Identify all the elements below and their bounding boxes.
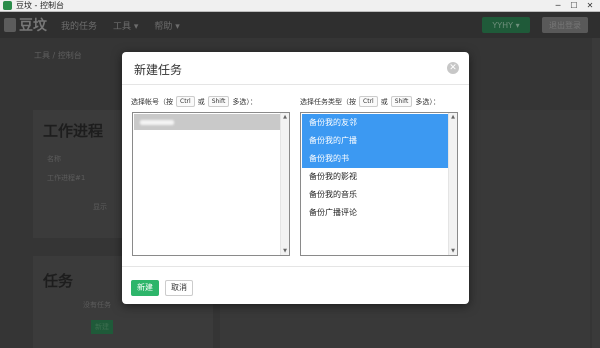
window-controls: ─ ☐ ✕: [550, 0, 598, 12]
logo-text: 豆坟: [19, 18, 47, 34]
new-task-dialog: 新建任务 ✕ 选择帐号（按 Ctrl 或 Shift 多选）： 选择任务类型（按…: [122, 52, 469, 304]
worker-more-link[interactable]: 显示: [93, 202, 107, 212]
logout-button[interactable]: 退出登录: [542, 17, 588, 33]
window-title: 豆坟 - 控制台: [16, 1, 64, 10]
page-scrollbar[interactable]: [592, 38, 600, 348]
window-titlebar: 豆坟 - 控制台 ─ ☐ ✕: [0, 0, 600, 12]
window-close-icon[interactable]: ✕: [582, 0, 598, 11]
account-item[interactable]: [134, 114, 280, 130]
task-type-hint: 选择任务类型（按 Ctrl 或 Shift 多选）：: [300, 96, 440, 107]
app-header: 豆坟 我的任务 工具 ▾ 帮助 ▾ YYHY ▾ 退出登录: [0, 12, 600, 38]
task-type-item[interactable]: 备份我的广播: [302, 132, 448, 150]
account-hint: 选择帐号（按 Ctrl 或 Shift 多选）：: [131, 96, 257, 107]
task-type-hint-prefix: 选择任务类型（按: [300, 97, 356, 106]
worker-col-name: 名称: [47, 155, 61, 163]
task-type-item[interactable]: 备份我的友邻: [302, 114, 448, 132]
ctrl-key-label: Ctrl: [359, 96, 378, 107]
scroll-down-icon[interactable]: ▼: [449, 247, 457, 255]
ctrl-key-label: Ctrl: [176, 96, 195, 107]
dialog-header-divider: [122, 84, 469, 85]
account-select[interactable]: ▲ ▼: [132, 112, 290, 256]
task-type-hint-or: 或: [380, 97, 388, 106]
cancel-button[interactable]: 取消: [165, 280, 193, 296]
task-type-item[interactable]: 备份我的影视: [302, 168, 448, 186]
dialog-title: 新建任务: [134, 63, 183, 77]
task-type-item[interactable]: 备份我的书: [302, 150, 448, 168]
worker-row: 工作进程#1: [47, 174, 86, 182]
shift-key-label: Shift: [390, 96, 413, 107]
tasks-new-button[interactable]: 新建: [91, 320, 113, 334]
nav-item-my-tasks[interactable]: 我的任务: [61, 19, 97, 32]
worker-card-title: 工作进程: [43, 122, 104, 140]
task-type-select[interactable]: 备份我的友邻 备份我的广播 备份我的书 备份我的影视 备份我的音乐 备份广播评论…: [300, 112, 458, 256]
task-type-hint-suffix: 多选）：: [415, 97, 440, 106]
nav-item-tools[interactable]: 工具 ▾: [113, 19, 138, 32]
tasks-card-title: 任务: [43, 272, 74, 290]
tasks-empty-text: 没有任务: [83, 301, 111, 309]
account-hint-prefix: 选择帐号（按: [131, 97, 173, 106]
breadcrumb: 工具 / 控制台: [34, 51, 82, 60]
dialog-footer-divider: [122, 266, 469, 267]
account-scrollbar[interactable]: ▲ ▼: [280, 113, 289, 255]
account-name-redacted: [140, 120, 174, 125]
account-hint-or: 或: [197, 97, 205, 106]
scroll-down-icon[interactable]: ▼: [281, 247, 289, 255]
maximize-icon[interactable]: ☐: [566, 0, 582, 11]
account-hint-suffix: 多选）：: [232, 97, 257, 106]
scroll-up-icon[interactable]: ▲: [281, 113, 289, 121]
user-menu-button[interactable]: YYHY ▾: [482, 17, 530, 33]
logo[interactable]: 豆坟: [4, 15, 47, 35]
scroll-up-icon[interactable]: ▲: [449, 113, 457, 121]
task-type-scrollbar[interactable]: ▲ ▼: [448, 113, 457, 255]
main-nav: 我的任务 工具 ▾ 帮助 ▾: [61, 19, 180, 32]
shift-key-label: Shift: [207, 96, 230, 107]
task-type-item[interactable]: 备份广播评论: [302, 204, 448, 222]
app-icon: [3, 1, 12, 10]
minimize-icon[interactable]: ─: [550, 0, 566, 11]
close-icon[interactable]: ✕: [447, 62, 459, 74]
task-type-item[interactable]: 备份我的音乐: [302, 186, 448, 204]
new-button[interactable]: 新建: [131, 280, 159, 296]
logo-icon: [4, 18, 16, 32]
nav-item-help[interactable]: 帮助 ▾: [154, 19, 179, 32]
